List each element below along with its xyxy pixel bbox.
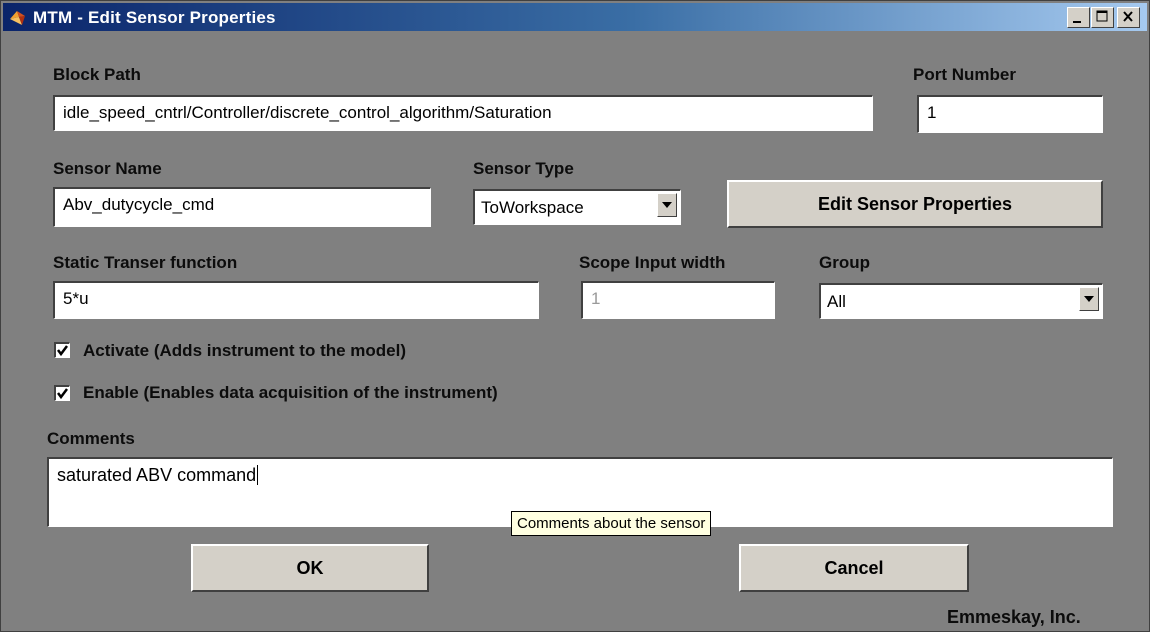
close-icon [1123, 11, 1133, 22]
text-caret [257, 465, 259, 485]
company-label: Emmeskay, Inc. [947, 607, 1081, 627]
comments-text: saturated ABV command [57, 465, 257, 485]
window-title: MTM - Edit Sensor Properties [33, 8, 276, 27]
sensor-type-value: ToWorkspace [481, 198, 584, 217]
enable-checkbox[interactable] [54, 385, 70, 401]
enable-label[interactable]: Enable (Enables data acquisition of the … [83, 383, 498, 403]
sensor-type-label: Sensor Type [473, 159, 574, 178]
scope-input-width-field: 1 [581, 281, 775, 319]
window-controls [1067, 7, 1143, 28]
static-transfer-field[interactable]: 5*u [53, 281, 539, 319]
checkmark-icon [57, 345, 68, 357]
group-dropdown-button[interactable] [1079, 287, 1099, 311]
title-bar[interactable]: MTM - Edit Sensor Properties [3, 3, 1147, 31]
matlab-logo-icon [9, 8, 27, 26]
port-number-label: Port Number [913, 65, 1016, 84]
edit-sensor-properties-button[interactable]: Edit Sensor Properties [727, 180, 1103, 228]
group-label: Group [819, 253, 870, 272]
sensor-type-dropdown-button[interactable] [657, 193, 677, 217]
sensor-name-field[interactable]: Abv_dutycycle_cmd [53, 187, 431, 227]
group-select[interactable]: All [819, 283, 1103, 319]
minimize-icon [1073, 21, 1081, 23]
close-button[interactable] [1117, 7, 1140, 28]
sensor-name-label: Sensor Name [53, 159, 162, 178]
maximize-button[interactable] [1091, 7, 1114, 28]
port-number-field[interactable]: 1 [917, 95, 1103, 133]
comments-tooltip: Comments about the sensor [511, 511, 712, 536]
static-transfer-label: Static Transer function [53, 253, 238, 272]
minimize-button[interactable] [1067, 7, 1090, 28]
block-path-label: Block Path [53, 65, 141, 84]
group-value: All [827, 292, 846, 311]
maximize-icon [1096, 10, 1108, 22]
activate-checkbox[interactable] [54, 342, 70, 358]
sensor-type-select[interactable]: ToWorkspace [473, 189, 681, 225]
scope-input-width-label: Scope Input width [579, 253, 726, 272]
cancel-button[interactable]: Cancel [739, 544, 969, 592]
checkmark-icon [57, 388, 68, 400]
chevron-down-icon [1084, 296, 1094, 302]
ok-button[interactable]: OK [191, 544, 429, 592]
block-path-field[interactable]: idle_speed_cntrl/Controller/discrete_con… [53, 95, 873, 131]
chevron-down-icon [662, 202, 672, 208]
activate-label[interactable]: Activate (Adds instrument to the model) [83, 341, 406, 361]
comments-label: Comments [47, 429, 135, 448]
dialog-window: MTM - Edit Sensor Properties Block Path … [0, 0, 1150, 632]
